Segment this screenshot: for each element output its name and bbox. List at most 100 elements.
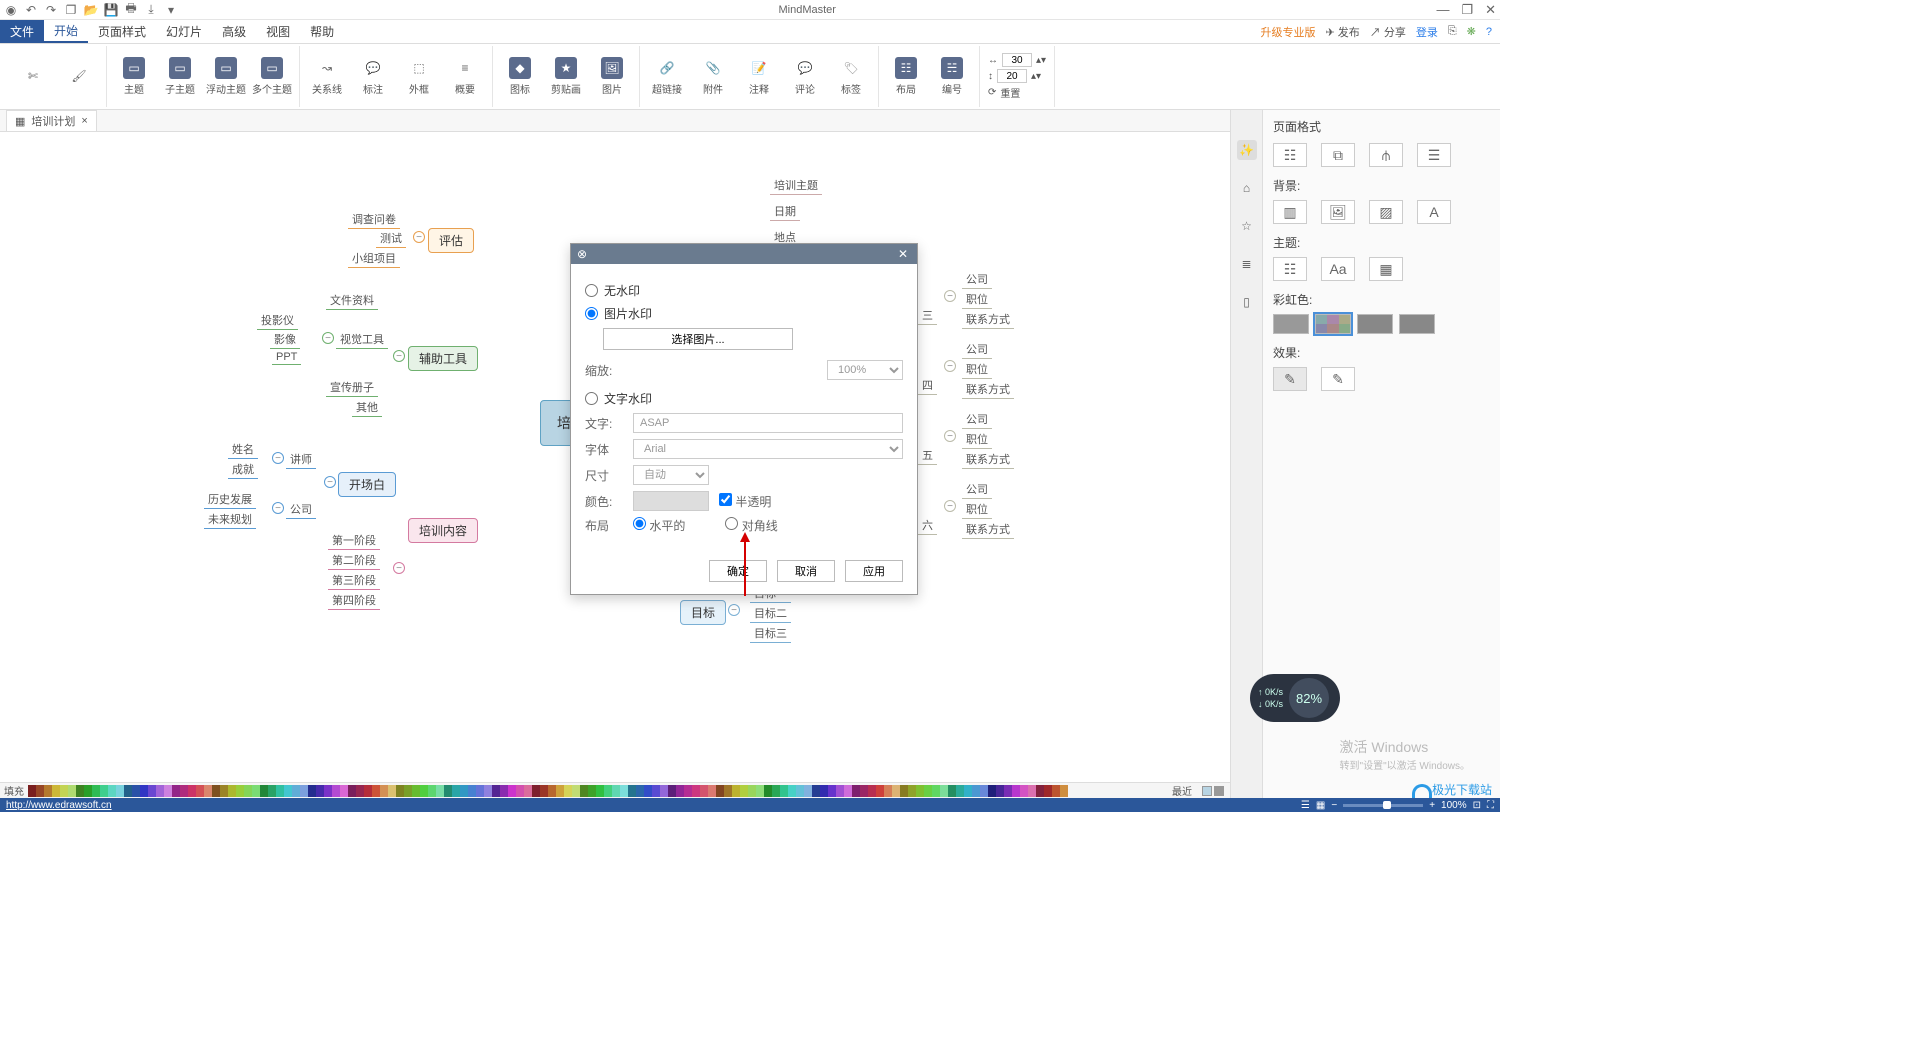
- radio-image-watermark[interactable]: 图片水印: [585, 305, 903, 322]
- publish-link[interactable]: ✈ 发布: [1326, 24, 1360, 40]
- color-picker[interactable]: [633, 491, 709, 511]
- leaf[interactable]: 视觉工具: [336, 330, 388, 349]
- close-window-icon[interactable]: ✕: [1485, 2, 1496, 18]
- collapse-icon[interactable]: −: [393, 350, 405, 362]
- node-evaluate[interactable]: 评估: [428, 228, 474, 253]
- collapse-icon[interactable]: −: [324, 476, 336, 488]
- zoom-out-icon[interactable]: −: [1331, 800, 1337, 811]
- layers-icon[interactable]: ≣: [1237, 254, 1257, 274]
- wand-icon[interactable]: ✨: [1237, 140, 1257, 160]
- note-button[interactable]: 📝注释: [740, 57, 778, 96]
- theme-thumb[interactable]: ☷: [1273, 257, 1307, 281]
- gift-icon[interactable]: ⎘: [1448, 25, 1457, 38]
- icon-button[interactable]: ◆图标: [501, 57, 539, 96]
- layout-thumb[interactable]: ⧉: [1321, 143, 1355, 167]
- text-input[interactable]: [633, 413, 903, 433]
- layout-button[interactable]: ☷布局: [887, 57, 925, 96]
- leaf[interactable]: 职位: [962, 430, 992, 449]
- tab-start[interactable]: 开始: [44, 20, 88, 43]
- leaf[interactable]: 联系方式: [962, 450, 1014, 469]
- collapse-icon[interactable]: −: [728, 604, 740, 616]
- relation-button[interactable]: ↝关系线: [308, 57, 346, 96]
- hyperlink-button[interactable]: 🔗超链接: [648, 57, 686, 96]
- scale-select[interactable]: 100%: [827, 360, 903, 380]
- leaf[interactable]: 公司: [962, 480, 992, 499]
- maximize-icon[interactable]: ❐: [1461, 2, 1473, 18]
- layout-thumb[interactable]: ☷: [1273, 143, 1307, 167]
- rainbow-swatch[interactable]: [1357, 314, 1393, 334]
- theme-font[interactable]: Aa: [1321, 257, 1355, 281]
- effect-thumb[interactable]: ✎: [1273, 367, 1307, 391]
- collapse-icon[interactable]: −: [944, 500, 956, 512]
- collapse-icon[interactable]: −: [393, 562, 405, 574]
- star-icon[interactable]: ☆: [1237, 216, 1257, 236]
- tab-close-icon[interactable]: ×: [81, 115, 87, 127]
- leaf[interactable]: 培训主题: [770, 176, 822, 195]
- leaf[interactable]: 联系方式: [962, 310, 1014, 329]
- collapse-icon[interactable]: −: [944, 430, 956, 442]
- collapse-icon[interactable]: −: [944, 360, 956, 372]
- multi-topic-button[interactable]: ▭多个主题: [253, 57, 291, 96]
- effect-thumb[interactable]: ✎: [1321, 367, 1355, 391]
- export-icon[interactable]: ⤓: [144, 3, 158, 17]
- tab-file[interactable]: 文件: [0, 20, 44, 43]
- document-tab[interactable]: ▦ 培训计划 ×: [6, 110, 97, 131]
- leaf[interactable]: 第三阶段: [328, 571, 380, 590]
- phone-icon[interactable]: ▯: [1237, 292, 1257, 312]
- radio-no-watermark[interactable]: 无水印: [585, 282, 903, 299]
- dialog-titlebar[interactable]: ⊗ ✕: [571, 244, 917, 264]
- print-icon[interactable]: 🖶: [124, 3, 138, 17]
- redo-icon[interactable]: ↷: [44, 3, 58, 17]
- color-swatches[interactable]: [28, 785, 1168, 797]
- leaf[interactable]: 六: [918, 516, 937, 535]
- summary-button[interactable]: ≡概要: [446, 57, 484, 96]
- leaf[interactable]: 投影仪: [257, 311, 298, 330]
- recent-color[interactable]: [1214, 786, 1224, 796]
- apply-button[interactable]: 应用: [845, 560, 903, 582]
- app-orb-icon[interactable]: ◉: [4, 3, 18, 17]
- collapse-icon[interactable]: −: [413, 231, 425, 243]
- radio-text-watermark[interactable]: 文字水印: [585, 390, 903, 407]
- new-icon[interactable]: ❐: [64, 3, 78, 17]
- zoom-slider[interactable]: [1343, 804, 1423, 807]
- undo-icon[interactable]: ↶: [24, 3, 38, 17]
- topic-button[interactable]: ▭主题: [115, 57, 153, 96]
- tab-page-style[interactable]: 页面样式: [88, 20, 156, 43]
- float-topic-button[interactable]: ▭浮动主题: [207, 57, 245, 96]
- collapse-icon[interactable]: −: [272, 502, 284, 514]
- rainbow-swatch[interactable]: [1273, 314, 1309, 334]
- leaf[interactable]: 公司: [962, 270, 992, 289]
- numbering-button[interactable]: ☵编号: [933, 57, 971, 96]
- leaf[interactable]: 姓名: [228, 440, 258, 459]
- node-content[interactable]: 培训内容: [408, 518, 478, 543]
- comment-button[interactable]: 💬评论: [786, 57, 824, 96]
- feedback-icon[interactable]: ❋: [1467, 25, 1476, 38]
- layout-thumb[interactable]: ☰: [1417, 143, 1451, 167]
- radio-diagonal[interactable]: 对角线: [725, 517, 777, 534]
- leaf[interactable]: 历史发展: [204, 490, 256, 509]
- leaf[interactable]: 未来规划: [204, 510, 256, 529]
- upgrade-link[interactable]: 升级专业版: [1261, 24, 1316, 40]
- recent-color[interactable]: [1202, 786, 1212, 796]
- rainbow-swatch[interactable]: [1315, 314, 1351, 334]
- leaf[interactable]: 第一阶段: [328, 531, 380, 550]
- leaf[interactable]: 公司: [962, 410, 992, 429]
- leaf[interactable]: 影像: [270, 330, 300, 349]
- collapse-icon[interactable]: −: [322, 332, 334, 344]
- help-icon[interactable]: ?: [1486, 26, 1492, 38]
- leaf[interactable]: 日期: [770, 202, 800, 221]
- leaf[interactable]: 五: [918, 446, 937, 465]
- layout-thumb[interactable]: ⫛: [1369, 143, 1403, 167]
- leaf[interactable]: 小组项目: [348, 249, 400, 268]
- leaf[interactable]: 目标二: [750, 604, 791, 623]
- leaf[interactable]: 第二阶段: [328, 551, 380, 570]
- tab-view[interactable]: 视图: [256, 20, 300, 43]
- cancel-button[interactable]: 取消: [777, 560, 835, 582]
- bg-thumb[interactable]: 🖼: [1321, 200, 1355, 224]
- save-icon[interactable]: 💾: [104, 3, 118, 17]
- format-painter-button[interactable]: 🖌: [60, 65, 98, 89]
- leaf[interactable]: 目标三: [750, 624, 791, 643]
- boundary-button[interactable]: ⬚外框: [400, 57, 438, 96]
- fullscreen-icon[interactable]: ⛶: [1487, 800, 1494, 811]
- tab-slideshow[interactable]: 幻灯片: [156, 20, 212, 43]
